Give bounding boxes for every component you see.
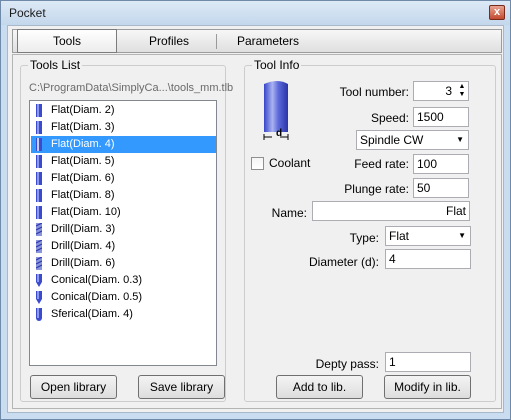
spindle-direction-select[interactable]: Spindle CW ▼ bbox=[356, 130, 469, 150]
tools-tab-panel: Tools List C:\ProgramData\SimplyCa...\to… bbox=[12, 54, 502, 409]
list-item[interactable]: Flat(Diam. 10) bbox=[31, 204, 216, 221]
tool-type-value: Flat bbox=[389, 229, 410, 243]
coolant-label: Coolant bbox=[269, 156, 311, 170]
chevron-down-icon: ▼ bbox=[456, 135, 464, 144]
flat-tool-icon bbox=[36, 121, 42, 134]
tab-bar: Tools Profiles Parameters bbox=[12, 29, 502, 53]
tool-label: Drill(Diam. 4) bbox=[51, 240, 116, 252]
tool-type-select[interactable]: Flat ▼ bbox=[385, 226, 471, 246]
spinner-arrows-icon[interactable]: ▲ ▼ bbox=[457, 83, 467, 99]
flat-tool-icon bbox=[36, 189, 42, 202]
window-title: Pocket bbox=[9, 6, 46, 20]
speed-input[interactable]: 1500 bbox=[413, 107, 469, 127]
drill-tool-icon bbox=[36, 240, 42, 253]
drill-tool-icon bbox=[36, 223, 42, 236]
library-path: C:\ProgramData\SimplyCa...\tools_mm.tlb bbox=[29, 82, 234, 94]
plunge-rate-label: Plunge rate: bbox=[344, 182, 409, 196]
diameter-label: Diameter (d): bbox=[308, 255, 379, 269]
tool-label: Drill(Diam. 6) bbox=[51, 257, 116, 269]
tool-label: Conical(Diam. 0.5) bbox=[51, 291, 143, 303]
tools-list-group: Tools List C:\ProgramData\SimplyCa...\to… bbox=[20, 58, 233, 402]
name-label: Name: bbox=[271, 206, 307, 220]
flat-tool-icon bbox=[36, 104, 42, 117]
list-item[interactable]: Conical(Diam. 0.3) bbox=[31, 272, 216, 289]
tool-name-input[interactable]: Flat bbox=[312, 201, 470, 221]
tool-label: Flat(Diam. 5) bbox=[51, 155, 115, 167]
tool-number-value: 3 bbox=[445, 84, 452, 98]
list-item[interactable]: Flat(Diam. 8) bbox=[31, 187, 216, 204]
tool-label: Conical(Diam. 0.3) bbox=[51, 274, 143, 286]
tab-separator bbox=[216, 34, 217, 49]
tool-label: Drill(Diam. 3) bbox=[51, 223, 116, 235]
tool-info-title: Tool Info bbox=[252, 58, 302, 72]
diameter-input[interactable]: 4 bbox=[385, 249, 471, 269]
drill-tool-icon bbox=[36, 257, 42, 270]
list-item[interactable]: Drill(Diam. 3) bbox=[31, 221, 216, 238]
conical-tool-icon bbox=[36, 291, 42, 304]
title-bar[interactable]: Pocket x bbox=[1, 1, 510, 25]
speed-label: Speed: bbox=[370, 111, 409, 125]
tool-info-group: Tool Info d Coolant Tool number: 3 ▲ ▼ S… bbox=[244, 58, 496, 402]
tab-profiles[interactable]: Profiles bbox=[123, 30, 215, 52]
feed-rate-label: Feed rate: bbox=[354, 157, 409, 171]
tab-parameters[interactable]: Parameters bbox=[218, 30, 318, 52]
save-library-button[interactable]: Save library bbox=[138, 375, 225, 399]
flat-tool-icon bbox=[36, 155, 42, 168]
tool-number-spinner[interactable]: 3 ▲ ▼ bbox=[413, 81, 469, 101]
depth-pass-label: Depty pass: bbox=[315, 357, 379, 371]
plunge-rate-input[interactable]: 50 bbox=[413, 178, 469, 198]
tool-number-label: Tool number: bbox=[339, 85, 409, 99]
list-item[interactable]: Flat(Diam. 3) bbox=[31, 119, 216, 136]
tools-list-title: Tools List bbox=[28, 58, 83, 72]
list-item[interactable]: Flat(Diam. 5) bbox=[31, 153, 216, 170]
flat-tool-icon bbox=[36, 172, 42, 185]
list-item[interactable]: Drill(Diam. 6) bbox=[31, 255, 216, 272]
tool-label: Flat(Diam. 4) bbox=[51, 138, 115, 150]
close-icon[interactable]: x bbox=[489, 5, 505, 20]
list-item-selected[interactable]: Flat(Diam. 4) bbox=[31, 136, 216, 153]
list-item[interactable]: Flat(Diam. 2) bbox=[31, 102, 216, 119]
chevron-down-icon: ▼ bbox=[458, 231, 466, 240]
tool-label: Flat(Diam. 2) bbox=[51, 104, 115, 116]
feed-rate-input[interactable]: 100 bbox=[413, 154, 469, 174]
type-label: Type: bbox=[349, 231, 379, 245]
pocket-window: Pocket x Tools Profiles Parameters Tools… bbox=[0, 0, 511, 420]
dialog-client: Tools Profiles Parameters Tools List C:\… bbox=[7, 25, 504, 413]
spherical-tool-icon bbox=[36, 308, 42, 321]
list-item[interactable]: Conical(Diam. 0.5) bbox=[31, 289, 216, 306]
tool-label: Flat(Diam. 6) bbox=[51, 172, 115, 184]
spindle-direction-value: Spindle CW bbox=[360, 133, 424, 147]
add-to-lib-button[interactable]: Add to lib. bbox=[276, 375, 363, 399]
preview-dim-label: d bbox=[276, 128, 283, 139]
coolant-checkbox[interactable] bbox=[251, 157, 264, 170]
flat-tool-icon bbox=[36, 206, 42, 219]
conical-tool-icon bbox=[36, 274, 42, 287]
tool-label: Sferical(Diam. 4) bbox=[51, 308, 133, 320]
list-item[interactable]: Sferical(Diam. 4) bbox=[31, 306, 216, 323]
tools-listbox[interactable]: Flat(Diam. 2) Flat(Diam. 3) Flat(Diam. 4… bbox=[29, 100, 217, 366]
tool-label: Flat(Diam. 8) bbox=[51, 189, 115, 201]
list-item[interactable]: Flat(Diam. 6) bbox=[31, 170, 216, 187]
modify-in-lib-button[interactable]: Modify in lib. bbox=[384, 375, 471, 399]
list-item[interactable]: Drill(Diam. 4) bbox=[31, 238, 216, 255]
depth-pass-input[interactable]: 1 bbox=[385, 352, 471, 372]
tool-label: Flat(Diam. 3) bbox=[51, 121, 115, 133]
tool-label: Flat(Diam. 10) bbox=[51, 206, 121, 218]
open-library-button[interactable]: Open library bbox=[30, 375, 117, 399]
flat-tool-icon bbox=[36, 138, 42, 151]
tab-tools[interactable]: Tools bbox=[17, 29, 117, 53]
